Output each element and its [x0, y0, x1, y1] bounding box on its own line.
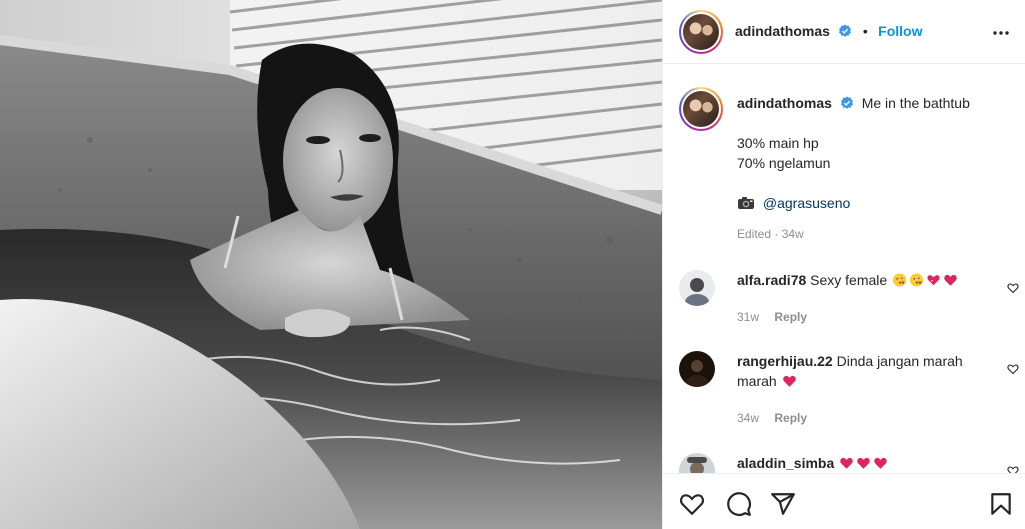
reply-button[interactable]: Reply: [774, 310, 807, 324]
commenter-username[interactable]: rangerhijau.22: [737, 353, 833, 369]
caption: adindathomas Me in the bathtub 30% main …: [737, 93, 1017, 241]
post-sidebar: adindathomas • Follow adindathomas Me in…: [662, 0, 1025, 529]
comment-text: Sexy female: [810, 272, 888, 288]
like-comment-heart-icon[interactable]: [1007, 465, 1019, 473]
author-avatar[interactable]: [679, 10, 723, 54]
post-photo[interactable]: [0, 0, 662, 529]
comment-item: rangerhijau.22 Dinda jangan marah marah …: [679, 351, 1019, 431]
comments-scroll-area[interactable]: adindathomas Me in the bathtub 30% main …: [663, 65, 1025, 473]
caption-meta: Edited · 34w: [737, 227, 804, 241]
heart-icon[interactable]: [679, 491, 705, 517]
red-heart-icon: [782, 375, 796, 387]
face-blowing-kiss-icon: [893, 273, 907, 287]
caption-line-1: 30% main hp: [737, 135, 819, 151]
commenter-avatar[interactable]: [679, 453, 715, 473]
red-heart-icon: [857, 457, 870, 469]
comment-meta: 31w Reply: [737, 310, 807, 324]
comment-item: alfa.radi78 Sexy female 31w Reply: [679, 270, 1019, 330]
more-options-icon[interactable]: [992, 24, 1010, 42]
reply-button[interactable]: Reply: [774, 411, 807, 425]
verified-badge-icon: [839, 24, 852, 37]
face-blowing-kiss-icon: [910, 273, 924, 287]
caption-author-avatar[interactable]: [679, 87, 723, 131]
post-header: adindathomas • Follow: [663, 0, 1025, 64]
like-comment-heart-icon[interactable]: [1007, 363, 1019, 375]
photo-credit-line: @agrasuseno: [737, 193, 1017, 213]
post-actions-bar: [663, 473, 1025, 529]
camera-emoji-icon: [738, 197, 754, 209]
follow-button[interactable]: Follow: [878, 23, 922, 39]
comment-time: 31w: [737, 310, 760, 324]
red-heart-icon: [840, 457, 853, 469]
comment-time: 34w: [737, 411, 760, 425]
comment-item: aladdin_simba: [679, 453, 1019, 473]
caption-text: Me in the bathtub: [861, 95, 970, 111]
bookmark-icon[interactable]: [988, 491, 1014, 517]
caption-author-username[interactable]: adindathomas: [737, 95, 832, 111]
comment-body: alfa.radi78 Sexy female: [737, 270, 987, 290]
photo-credit-mention[interactable]: @agrasuseno: [763, 195, 850, 211]
header-author-row: adindathomas • Follow: [735, 23, 923, 41]
comment-body: rangerhijau.22 Dinda jangan marah marah: [737, 351, 987, 391]
verified-badge-icon: [840, 96, 853, 109]
red-heart-icon: [874, 457, 887, 469]
comment-meta: 34w Reply: [737, 411, 807, 425]
commenter-username[interactable]: alfa.radi78: [737, 272, 806, 288]
separator-dot: •: [862, 23, 868, 39]
share-icon[interactable]: [770, 491, 796, 517]
commenter-username[interactable]: aladdin_simba: [737, 455, 834, 471]
commenter-avatar[interactable]: [679, 351, 715, 387]
commenter-avatar[interactable]: [679, 270, 715, 306]
post-image: [0, 0, 662, 529]
two-hearts-icon: [927, 275, 940, 286]
red-heart-icon: [944, 274, 957, 286]
comment-body: aladdin_simba: [737, 453, 987, 473]
caption-line-2: 70% ngelamun: [737, 155, 831, 171]
like-comment-heart-icon[interactable]: [1007, 282, 1019, 294]
comment-icon[interactable]: [726, 491, 752, 517]
author-username[interactable]: adindathomas: [735, 23, 830, 39]
